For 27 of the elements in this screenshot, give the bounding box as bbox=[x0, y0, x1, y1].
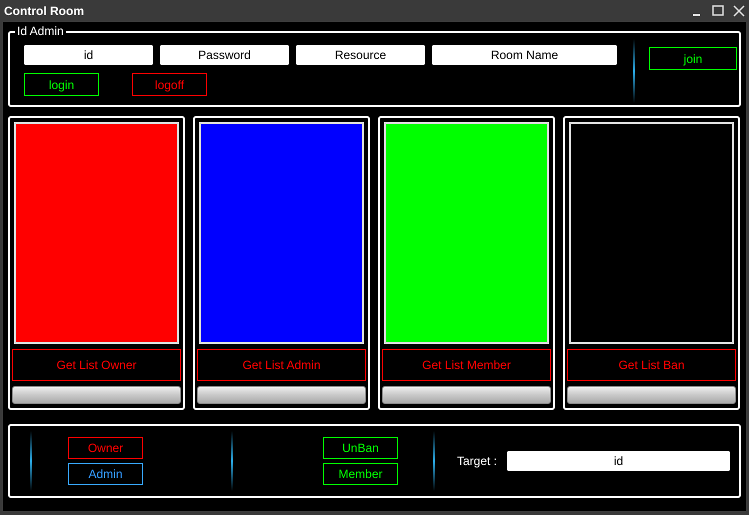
list-box[interactable] bbox=[569, 122, 734, 344]
group-title: Id Admin bbox=[15, 24, 66, 38]
window-title: Control Room bbox=[4, 4, 85, 18]
role-button[interactable]: Admin bbox=[68, 463, 143, 485]
role-button[interactable]: Owner bbox=[68, 437, 143, 459]
role-button[interactable]: Member bbox=[323, 463, 398, 485]
list-box[interactable] bbox=[199, 122, 364, 344]
separator-glow bbox=[231, 431, 233, 491]
login-button[interactable]: login bbox=[24, 73, 99, 96]
maximize-icon[interactable] bbox=[711, 4, 725, 18]
logoff-button[interactable]: logoff bbox=[132, 73, 207, 96]
separator-glow bbox=[30, 431, 32, 491]
get-list-button[interactable]: Get List Member bbox=[382, 349, 551, 382]
target-label: Target : bbox=[457, 454, 498, 468]
join-button[interactable]: join bbox=[649, 47, 737, 70]
input-field[interactable]: Resource bbox=[296, 45, 425, 65]
separator-glow bbox=[633, 39, 635, 103]
input-field[interactable]: id bbox=[24, 45, 153, 65]
input-field[interactable]: Password bbox=[160, 45, 289, 65]
separator-glow bbox=[433, 431, 435, 491]
get-list-button[interactable]: Get List Admin bbox=[197, 349, 366, 382]
close-icon[interactable] bbox=[732, 4, 746, 18]
get-list-button[interactable]: Get List Ban bbox=[567, 349, 736, 382]
get-list-button[interactable]: Get List Owner bbox=[12, 349, 181, 382]
target-field[interactable]: id bbox=[507, 451, 730, 471]
input-field[interactable]: Room Name bbox=[432, 45, 617, 65]
role-button[interactable]: UnBan bbox=[323, 437, 398, 459]
